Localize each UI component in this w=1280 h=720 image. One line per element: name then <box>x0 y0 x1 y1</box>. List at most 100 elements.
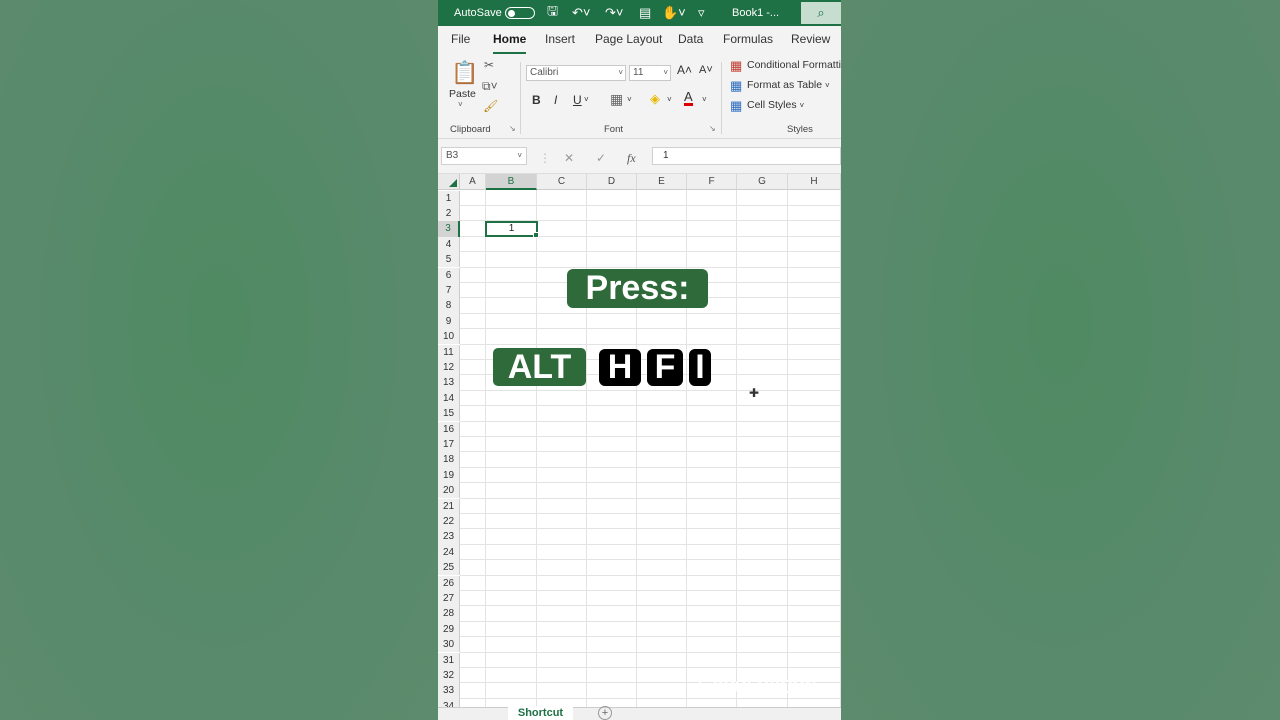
row-header-23[interactable]: 23 <box>438 529 460 545</box>
borders-icon[interactable]: ▦ <box>610 91 623 108</box>
column-header-f[interactable]: F <box>687 174 737 190</box>
excel-window: AutoSave 🖫 ↶˅ ↷˅ ▤ ✋˅ ▿ Book1 -... ⌕ Fil… <box>438 0 841 720</box>
key-f: F <box>647 349 683 386</box>
row-header-14[interactable]: 14 <box>438 390 460 407</box>
tab-review[interactable]: Review <box>791 32 830 46</box>
font-color-dropdown-icon[interactable]: ˅ <box>702 95 707 104</box>
enter-icon[interactable]: ✓ <box>596 151 606 165</box>
active-cell-b3[interactable]: 1 <box>485 220 539 239</box>
column-header-h[interactable]: H <box>788 174 841 190</box>
row-header-25[interactable]: 25 <box>438 560 460 576</box>
row-header-2[interactable]: 2 <box>438 205 460 222</box>
tab-insert[interactable]: Insert <box>545 32 575 46</box>
tab-page-layout[interactable]: Page Layout <box>595 32 662 46</box>
row-header-32[interactable]: 32 <box>438 667 460 684</box>
row-header-6[interactable]: 6 <box>438 267 460 283</box>
copy-icon[interactable]: ⧉˅ <box>482 79 498 94</box>
row-header-3[interactable]: 3 <box>438 221 460 237</box>
select-all-button[interactable] <box>438 174 460 190</box>
autosave-toggle[interactable] <box>505 0 535 26</box>
row-header-26[interactable]: 26 <box>438 575 460 591</box>
row-header-1[interactable]: 1 <box>438 190 460 206</box>
row-header-9[interactable]: 9 <box>438 313 460 330</box>
row-header-21[interactable]: 21 <box>438 498 460 514</box>
row-header-22[interactable]: 22 <box>438 513 460 530</box>
ribbon: 📋 Paste ˅ ✂ ⧉˅ 🖌 Clipboard ↘ Calibri ˅ 11… <box>438 54 841 139</box>
column-header-c[interactable]: C <box>537 174 587 190</box>
name-box[interactable]: B3 ˅ <box>441 147 527 165</box>
undo-icon[interactable]: ↶˅ <box>572 0 590 26</box>
font-launcher-icon[interactable]: ↘ <box>709 124 716 133</box>
column-header-g[interactable]: G <box>737 174 788 190</box>
insert-function-button[interactable]: fx <box>627 151 636 166</box>
row-header-13[interactable]: 13 <box>438 375 460 391</box>
font-name-select[interactable]: Calibri ˅ <box>526 65 626 81</box>
row-header-11[interactable]: 11 <box>438 344 460 360</box>
column-header-b[interactable]: B <box>486 174 537 190</box>
row-header-7[interactable]: 7 <box>438 282 460 299</box>
row-header-27[interactable]: 27 <box>438 590 460 607</box>
row-header-5[interactable]: 5 <box>438 252 460 268</box>
row-header-17[interactable]: 17 <box>438 436 460 453</box>
paste-dropdown-icon[interactable]: ˅ <box>458 100 463 109</box>
customize-toolbar-icon[interactable]: ▿ <box>698 0 705 26</box>
row-header-10[interactable]: 10 <box>438 329 460 345</box>
formula-bar-splitter-icon[interactable]: ⋮ <box>539 151 551 165</box>
sheet-tab-shortcut[interactable]: Shortcut <box>508 706 573 720</box>
format-painter-icon[interactable]: 🖌 <box>483 99 498 113</box>
cancel-icon[interactable]: ✕ <box>564 151 574 165</box>
save-icon[interactable]: 🖫 <box>547 0 558 26</box>
column-header-a[interactable]: A <box>460 174 486 190</box>
row-header-12[interactable]: 12 <box>438 359 460 376</box>
search-button[interactable]: ⌕ <box>801 2 841 24</box>
tab-formulas[interactable]: Formulas <box>723 32 773 46</box>
paste-label[interactable]: Paste <box>449 88 476 100</box>
row-header-24[interactable]: 24 <box>438 544 460 561</box>
gridline-horizontal <box>460 543 841 545</box>
row-header-15[interactable]: 15 <box>438 406 460 422</box>
formula-input[interactable]: 1 <box>652 147 841 165</box>
touch-mode-icon[interactable]: ✋˅ <box>662 0 686 26</box>
column-header-e[interactable]: E <box>637 174 687 190</box>
underline-dropdown-icon[interactable]: ˅ <box>584 95 589 104</box>
row-header-16[interactable]: 16 <box>438 421 460 437</box>
row-header-33[interactable]: 33 <box>438 683 460 699</box>
column-header-d[interactable]: D <box>587 174 637 190</box>
bold-button[interactable]: B <box>532 93 541 107</box>
row-header-18[interactable]: 18 <box>438 452 460 468</box>
conditional-formatting-button[interactable]: Conditional Formatti <box>747 59 841 71</box>
gridline-horizontal <box>460 574 841 576</box>
grow-font-icon[interactable]: A˄ <box>677 63 692 77</box>
row-header-20[interactable]: 20 <box>438 483 460 499</box>
row-header-19[interactable]: 19 <box>438 467 460 484</box>
row-header-31[interactable]: 31 <box>438 652 460 668</box>
spreadsheet-grid[interactable]: A B C D E F G H 1 2 3 4 5 6 7 8 9 10 11 12 13 14 15 16 17 18 19 20 2… <box>438 174 841 720</box>
background-left <box>0 0 438 720</box>
clipboard-launcher-icon[interactable]: ↘ <box>509 124 516 133</box>
underline-button[interactable]: U <box>573 93 582 107</box>
row-header-30[interactable]: 30 <box>438 637 460 653</box>
fill-color-icon[interactable]: ◈ <box>650 91 660 107</box>
paste-icon[interactable]: 📋 <box>451 60 478 86</box>
chart-icon[interactable]: ▤ <box>639 0 651 26</box>
key-i: I <box>689 349 711 386</box>
cell-styles-button[interactable]: Cell Styles ˅ <box>747 99 804 111</box>
borders-dropdown-icon[interactable]: ˅ <box>627 95 632 104</box>
row-header-4[interactable]: 4 <box>438 236 460 253</box>
font-color-icon[interactable]: A <box>684 90 693 106</box>
italic-button[interactable]: I <box>554 93 557 107</box>
tab-file[interactable]: File <box>451 32 470 46</box>
tab-data[interactable]: Data <box>678 32 703 46</box>
add-sheet-icon[interactable]: + <box>598 706 612 720</box>
cut-icon[interactable]: ✂ <box>484 58 494 72</box>
tab-home[interactable]: Home <box>493 32 527 54</box>
gridline-horizontal <box>460 328 841 330</box>
shrink-font-icon[interactable]: A˅ <box>699 64 713 76</box>
row-header-29[interactable]: 29 <box>438 621 460 638</box>
row-header-28[interactable]: 28 <box>438 606 460 622</box>
row-header-8[interactable]: 8 <box>438 298 460 314</box>
format-as-table-button[interactable]: Format as Table ˅ <box>747 79 830 91</box>
font-size-select[interactable]: 11 ˅ <box>629 65 671 81</box>
redo-icon[interactable]: ↷˅ <box>605 0 623 26</box>
fill-color-dropdown-icon[interactable]: ˅ <box>667 95 672 104</box>
